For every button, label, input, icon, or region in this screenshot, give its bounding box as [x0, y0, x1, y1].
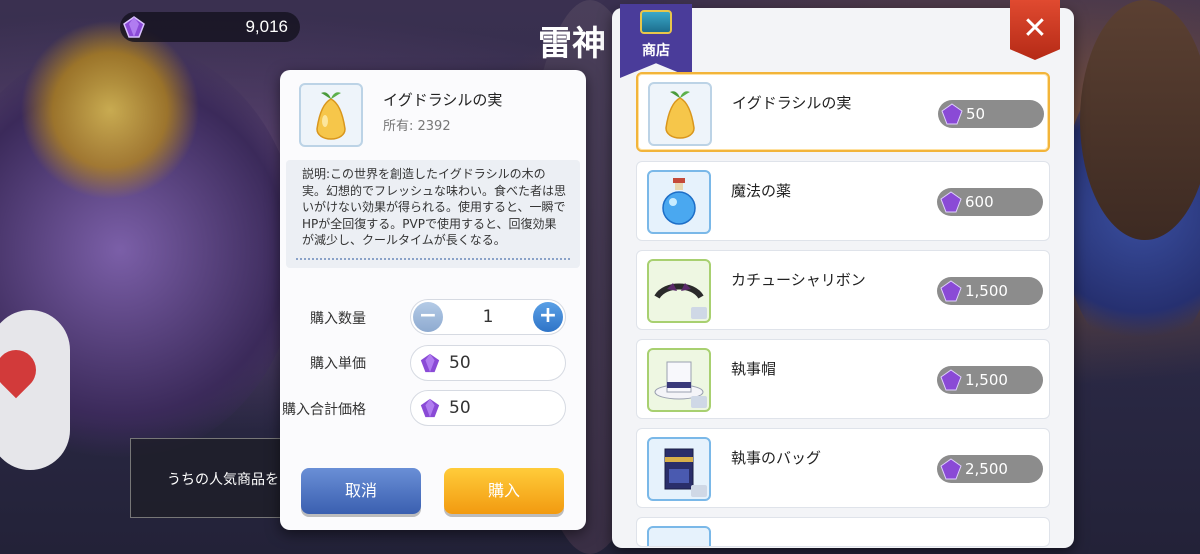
currency-amount: 9,016 [245, 17, 288, 36]
item-detail-panel: イグドラシルの実 所有: 2392 説明:この世界を創造したイグドラシルの木の実… [280, 70, 586, 530]
shop-item-name: イグドラシルの実 [732, 94, 852, 112]
purple-gem-icon [419, 352, 441, 374]
purple-gem-icon [939, 279, 963, 303]
butler-bag-icon [647, 437, 711, 501]
shop-item-price: 50 [938, 100, 1044, 128]
owned-count: 所有: 2392 [383, 119, 451, 134]
shop-item-card[interactable]: 執事帽 1,500 [636, 339, 1050, 419]
popular-banner: うちの人気商品を [130, 438, 290, 518]
purple-gem-icon [419, 397, 441, 419]
yggdrasil-fruit-icon [648, 82, 712, 146]
quantity-label: 購入数量 [310, 311, 366, 327]
shop-item-name: 執事帽 [731, 360, 777, 378]
shop-item-name: カチューシャリボン [731, 271, 866, 289]
popular-banner-text: うちの人気商品を [167, 472, 279, 488]
shop-item-price-value: 1,500 [965, 282, 1008, 300]
yggdrasil-fruit-icon [299, 83, 363, 147]
shop-item-price: 1,500 [937, 277, 1043, 305]
shop-item-card[interactable]: 執事のバッグ 2,500 [636, 428, 1050, 508]
purple-gem-icon [940, 102, 964, 126]
shop-item-card[interactable]: イグドラシルの実 50 [636, 72, 1050, 152]
detail-item-name: イグドラシルの実 [383, 91, 503, 109]
shop-item-name: 執事のバッグ [731, 449, 822, 467]
ribbon-headband-icon [647, 259, 711, 323]
purple-gem-icon [939, 190, 963, 214]
unit-price-value: 50 [449, 353, 471, 373]
shop-item-card-partial[interactable] [636, 517, 1050, 547]
shop-badge-label: 商店 [642, 43, 670, 59]
purple-gem-icon [122, 16, 146, 38]
heart-icon [0, 310, 70, 470]
item-thumbnail [647, 526, 711, 546]
shop-item-card[interactable]: 魔法の薬 600 [636, 161, 1050, 241]
unit-price-label: 購入単価 [310, 356, 366, 372]
purple-gem-icon [939, 457, 963, 481]
close-button[interactable]: ✕ [1010, 0, 1060, 60]
shop-item-card[interactable]: カチューシャリボン 1,500 [636, 250, 1050, 330]
shop-item-price-value: 600 [965, 193, 994, 211]
magic-potion-icon [647, 170, 711, 234]
purple-gem-icon [939, 368, 963, 392]
scene-title: 雷神 [538, 25, 606, 63]
shop-item-price-value: 2,500 [965, 460, 1008, 478]
cancel-button[interactable]: 取消 [301, 468, 421, 514]
treasure-chest-icon [640, 10, 672, 34]
butler-hat-icon [647, 348, 711, 412]
shop-item-price-value: 50 [966, 105, 986, 123]
total-price-value: 50 [449, 398, 471, 418]
shop-item-price: 2,500 [937, 455, 1043, 483]
total-price-label: 購入合計価格 [282, 402, 366, 418]
unit-price-field: 50 [410, 345, 566, 381]
shop-item-price: 600 [937, 188, 1043, 216]
currency-display: 9,016 [120, 12, 300, 42]
shop-badge: 商店 [620, 4, 692, 78]
item-description: 説明:この世界を創造したイグドラシルの木の実。幻想的でフレッシュな味わい。食べた… [286, 160, 580, 268]
shop-item-price-value: 1,500 [965, 371, 1008, 389]
increase-quantity-button[interactable]: + [533, 302, 563, 332]
total-price-field: 50 [410, 390, 566, 426]
shop-item-name: 魔法の薬 [731, 182, 792, 200]
buy-button[interactable]: 購入 [444, 468, 564, 514]
quantity-stepper: − 1 + [410, 299, 566, 335]
shop-item-price: 1,500 [937, 366, 1043, 394]
